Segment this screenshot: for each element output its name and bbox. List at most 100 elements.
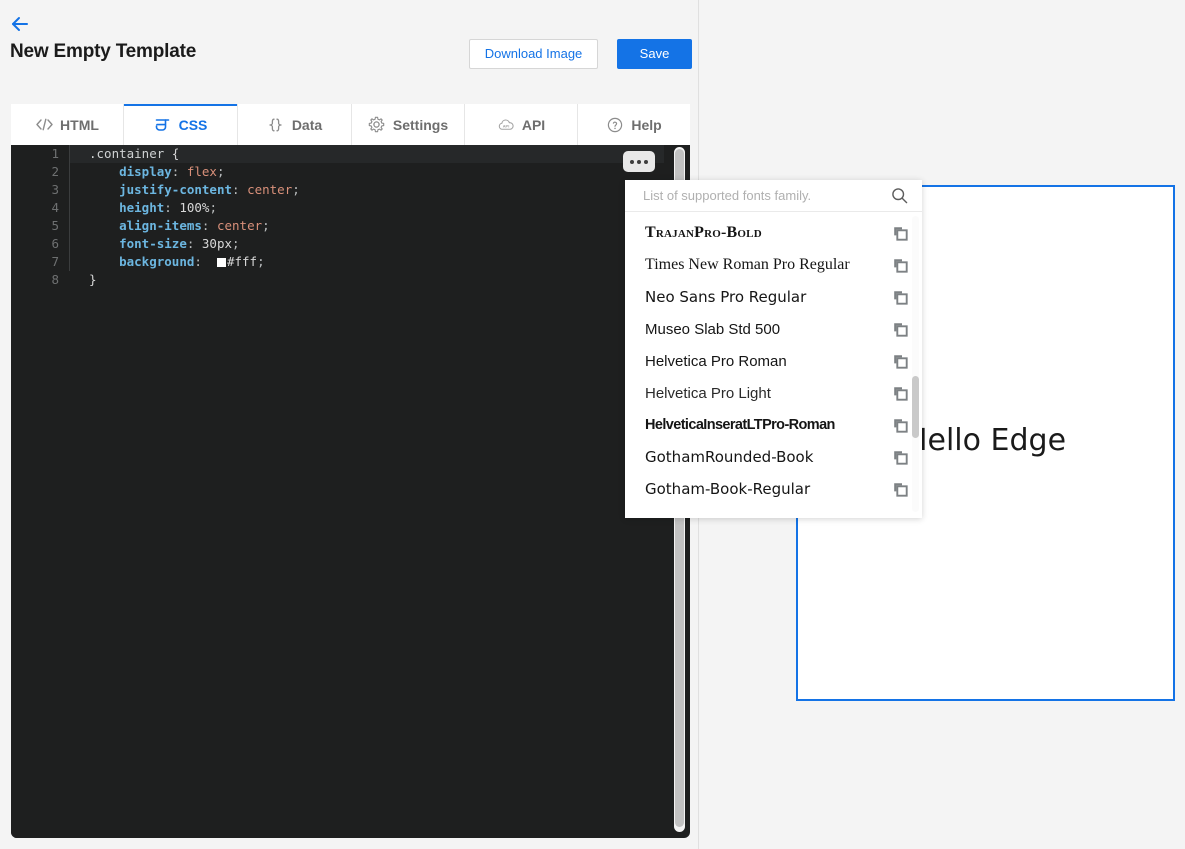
- font-list-item[interactable]: Helvetica Pro Light: [625, 377, 922, 409]
- tab-html[interactable]: HTML: [11, 104, 124, 145]
- page-title: New Empty Template: [10, 41, 197, 62]
- color-swatch[interactable]: [216, 258, 226, 267]
- tab-data[interactable]: Data: [238, 104, 352, 145]
- font-list-item[interactable]: Times New Roman Pro Regular: [625, 249, 922, 281]
- tab-css[interactable]: CSS: [124, 104, 238, 145]
- code-line: font-size: 30px;: [69, 235, 664, 253]
- tab-api[interactable]: API API: [465, 104, 578, 145]
- code-line: display: flex;: [69, 163, 664, 181]
- dot-icon: [630, 159, 634, 164]
- font-list-item[interactable]: Gotham-Book-Regular: [625, 473, 922, 505]
- line-number-gutter: 1 2 3 4 5 6 7 8: [11, 145, 69, 838]
- font-list-item[interactable]: Helvetica Pro Roman: [625, 345, 922, 377]
- css-semicolon: ;: [209, 200, 217, 215]
- code-content[interactable]: .container { display: flex; justify-cont…: [69, 145, 664, 838]
- font-list-item[interactable]: Neo Sans Pro Regular: [625, 281, 922, 313]
- tab-label-data: Data: [291, 116, 323, 133]
- code-line: background: #fff;: [69, 253, 664, 271]
- font-name: Times New Roman Pro Regular: [645, 256, 850, 273]
- font-search-input[interactable]: [625, 188, 884, 203]
- css-semicolon: ;: [216, 164, 225, 179]
- tab-settings[interactable]: Settings: [352, 104, 465, 145]
- dot-icon: [637, 159, 641, 164]
- font-list[interactable]: TrajanPro-Bold Times New Roman Pro Regul…: [625, 212, 922, 518]
- tab-help[interactable]: Help: [578, 104, 690, 145]
- css-property: justify-content: [119, 182, 232, 197]
- css-semicolon: ;: [257, 254, 265, 269]
- cloud-api-icon: API: [497, 116, 515, 134]
- css-property: display: [119, 164, 172, 179]
- font-name: TrajanPro-Bold: [645, 224, 762, 241]
- font-family-dropdown[interactable]: TrajanPro-Bold Times New Roman Pro Regul…: [625, 180, 922, 518]
- dot-icon: [644, 159, 648, 164]
- editor-tabbar: HTML CSS Data Settings API API Help: [11, 104, 690, 145]
- css-colon: :: [186, 236, 202, 251]
- code-brackets-icon: [35, 116, 53, 134]
- editor-pane: New Empty Template Download Image Save H…: [0, 0, 698, 849]
- font-name: Helvetica Pro Light: [645, 384, 771, 402]
- css-semicolon: ;: [232, 236, 240, 251]
- css-value: 100%: [179, 200, 210, 215]
- code-line: .container {: [69, 145, 664, 163]
- css-colon: :: [232, 182, 248, 197]
- css-value: #fff: [226, 254, 258, 269]
- code-line: height: 100%;: [69, 199, 664, 217]
- code-line: align-items: center;: [69, 217, 664, 235]
- css-value: flex: [186, 164, 217, 179]
- font-list-item[interactable]: GothamRounded-Book: [625, 441, 922, 473]
- font-list-item[interactable]: TrajanPro-Bold: [625, 217, 922, 249]
- css-value: center: [216, 218, 263, 233]
- line-number: 3: [51, 182, 59, 197]
- search-icon[interactable]: [884, 187, 914, 204]
- back-arrow-icon[interactable]: [9, 13, 35, 35]
- css-icon: [154, 116, 172, 134]
- font-name: Neo Sans Pro Regular: [645, 288, 807, 306]
- css-colon: :: [201, 218, 217, 233]
- tab-label-settings: Settings: [392, 116, 449, 133]
- line-number: 1: [51, 146, 59, 161]
- tab-label-css: CSS: [178, 116, 208, 133]
- font-name: GothamRounded-Book: [645, 448, 814, 466]
- line-number: 5: [51, 218, 59, 233]
- css-colon: :: [164, 200, 180, 215]
- font-list-item[interactable]: HelveticaInseratLTPro-Roman: [625, 409, 922, 441]
- css-selector: .container: [89, 146, 165, 161]
- tab-label-help: Help: [631, 116, 662, 133]
- css-semicolon: ;: [262, 218, 270, 233]
- tab-label-api: API: [521, 116, 546, 133]
- css-property: font-size: [119, 236, 187, 251]
- font-search-row: [625, 180, 922, 212]
- css-colon: :: [171, 164, 187, 179]
- css-colon: :: [194, 254, 210, 269]
- font-list-scrollbar-track[interactable]: [912, 216, 919, 512]
- line-number: 6: [51, 236, 59, 251]
- font-name: Helvetica Pro Roman: [645, 352, 787, 370]
- code-editor[interactable]: 1 2 3 4 5 6 7 8 .container { display: fl…: [11, 145, 690, 838]
- save-button[interactable]: Save: [617, 39, 692, 69]
- font-list-item[interactable]: Museo Slab Std 500: [625, 313, 922, 345]
- css-brace: }: [89, 272, 97, 287]
- css-brace: {: [164, 146, 180, 161]
- line-number: 4: [51, 200, 59, 215]
- font-name: Gotham-Book-Regular: [645, 480, 811, 498]
- css-property: align-items: [119, 218, 202, 233]
- line-number: 8: [51, 272, 59, 287]
- code-line: }: [69, 271, 664, 289]
- gear-icon: [368, 116, 386, 134]
- font-name: HelveticaInseratLTPro-Roman: [645, 417, 835, 433]
- editor-options-ellipsis-button[interactable]: [623, 151, 655, 172]
- css-property: height: [119, 200, 165, 215]
- css-value: center: [247, 182, 293, 197]
- font-list-scrollbar-thumb[interactable]: [912, 376, 919, 438]
- app-root: New Empty Template Download Image Save H…: [0, 0, 1185, 849]
- svg-text:API: API: [503, 123, 510, 128]
- curly-braces-icon: [267, 116, 285, 134]
- font-name: Museo Slab Std 500: [645, 320, 781, 338]
- question-circle-icon: [606, 116, 624, 134]
- tab-label-html: HTML: [60, 116, 99, 133]
- download-image-button[interactable]: Download Image: [469, 39, 598, 69]
- css-property: background: [119, 254, 195, 269]
- line-number: 2: [51, 164, 59, 179]
- css-value: 30px: [201, 236, 233, 251]
- code-line: justify-content: center;: [69, 181, 664, 199]
